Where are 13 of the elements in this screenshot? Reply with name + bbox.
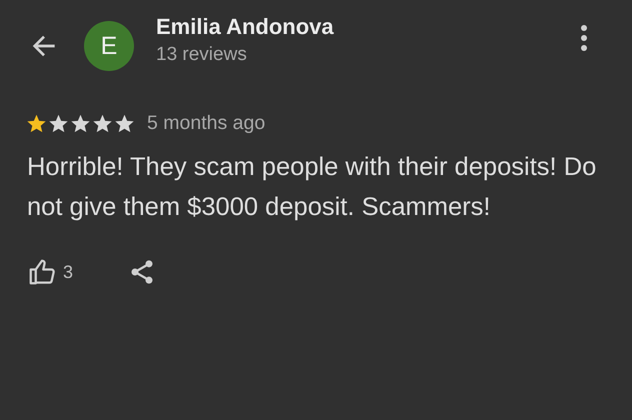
review-time: 5 months ago	[147, 112, 266, 135]
star-icon	[70, 113, 91, 134]
reviewer-name[interactable]: Emilia Andonova	[156, 14, 580, 40]
like-count: 3	[63, 262, 74, 282]
star-icon	[26, 113, 47, 134]
avatar: E	[84, 21, 134, 71]
more-options-icon[interactable]	[580, 24, 588, 52]
thumbs-up-icon[interactable]	[27, 257, 57, 287]
review-text: Horrible! They scam people with their deposits! Do not give them $3000 deposit. Scammers!	[26, 152, 598, 223]
review-count: 13 reviews	[156, 44, 248, 66]
star-icon	[92, 113, 113, 134]
star-icon	[114, 113, 135, 134]
star-icon	[48, 113, 69, 134]
